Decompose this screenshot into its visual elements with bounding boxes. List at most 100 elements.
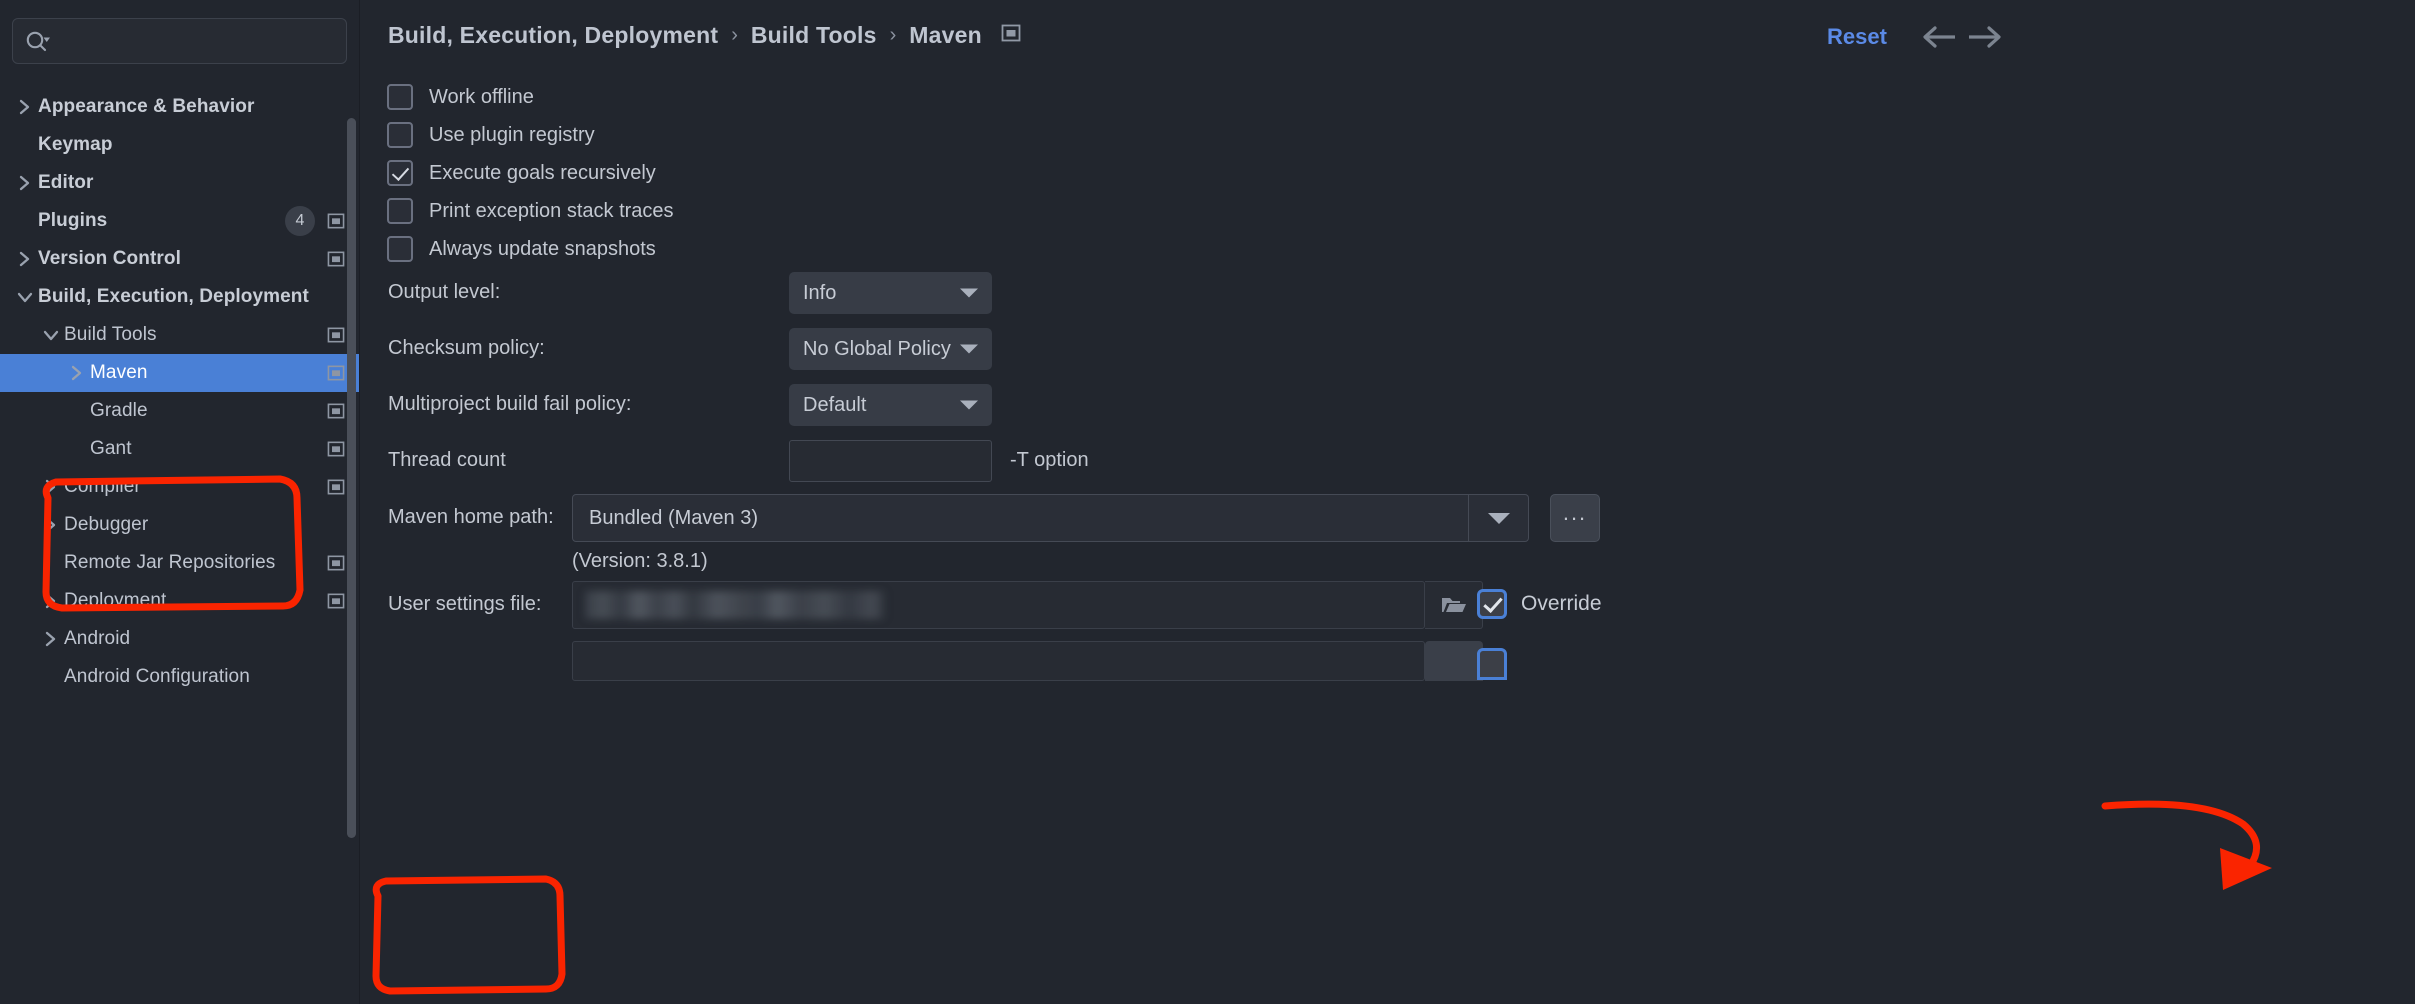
checksum-policy-dropdown[interactable]: No Global Policy	[789, 328, 992, 370]
search-input[interactable]	[57, 31, 334, 51]
sidebar-item-label: Compiler	[64, 476, 141, 497]
sidebar-item-label: Plugins	[38, 210, 108, 231]
always-update-snapshots-checkbox[interactable]	[387, 236, 413, 262]
chevron-right-icon[interactable]	[12, 98, 38, 116]
sidebar-item-appearance-behavior[interactable]: Appearance & Behavior	[0, 88, 359, 126]
execute-goals-recursively-checkbox[interactable]	[387, 160, 413, 186]
sidebar-item-label: Gant	[90, 438, 132, 459]
open-in-window-icon[interactable]	[327, 441, 345, 457]
checkbox-row-use-plugin-registry[interactable]: Use plugin registry	[387, 120, 595, 150]
work-offline-checkbox[interactable]	[387, 84, 413, 110]
maven-home-path-dropdown-button[interactable]	[1469, 494, 1529, 542]
sidebar-item-gradle[interactable]: Gradle	[0, 392, 359, 430]
maven-home-path-label: Maven home path:	[388, 506, 554, 528]
fail-policy-dropdown[interactable]: Default	[789, 384, 992, 426]
folder-icon	[1441, 598, 1466, 612]
open-in-window-icon[interactable]	[327, 403, 345, 419]
chevron-right-icon[interactable]	[38, 478, 64, 496]
sidebar-item-android[interactable]: Android	[0, 620, 359, 658]
sidebar-item-remote-jar-repositories[interactable]: Remote Jar Repositories	[0, 544, 359, 582]
checkbox-row-work-offline[interactable]: Work offline	[387, 82, 534, 112]
override-checkbox-row[interactable]: Override	[1477, 589, 1602, 619]
chevron-right-icon[interactable]	[38, 516, 64, 534]
user-settings-file-browse-button[interactable]	[1425, 581, 1483, 629]
chevron-right-icon[interactable]	[38, 630, 64, 648]
open-in-window-icon[interactable]	[327, 327, 345, 343]
breadcrumb-item-1[interactable]: Build Tools	[751, 22, 877, 49]
open-in-window-icon[interactable]	[327, 251, 345, 267]
user-settings-file-label: User settings file:	[388, 593, 542, 615]
sidebar-item-label: Debugger	[64, 514, 149, 535]
user-settings-file-input[interactable]	[572, 581, 1425, 629]
use-plugin-registry-checkbox[interactable]	[387, 122, 413, 148]
chevron-down-icon	[960, 288, 978, 298]
sidebar-item-compiler[interactable]: Compiler	[0, 468, 359, 506]
sidebar-item-label: Android Configuration	[64, 666, 250, 687]
sidebar-item-label: Build, Execution, Deployment	[38, 286, 309, 307]
breadcrumb-item-0[interactable]: Build, Execution, Deployment	[388, 22, 718, 49]
chevron-right-icon[interactable]	[64, 364, 90, 382]
settings-dialog: Appearance & Behavior Keymap Editor Plugins…	[0, 0, 2415, 1004]
sidebar-item-android-configuration[interactable]: Android Configuration	[0, 658, 359, 696]
chevron-right-icon[interactable]	[38, 592, 64, 610]
sidebar-item-label: Android	[64, 628, 131, 649]
sidebar-item-version-control[interactable]: Version Control	[0, 240, 359, 278]
print-exception-stack-traces-checkbox[interactable]	[387, 198, 413, 224]
open-in-window-icon[interactable]	[327, 593, 345, 609]
sidebar-item-build-execution-deployment[interactable]: Build, Execution, Deployment	[0, 278, 359, 316]
sidebar-scrollbar[interactable]	[347, 118, 356, 838]
forward-arrow-icon[interactable]	[1963, 22, 2007, 57]
open-in-window-icon[interactable]	[327, 365, 345, 381]
override-label: Override	[1521, 592, 1602, 615]
local-repository-browse-button[interactable]	[1425, 641, 1483, 681]
sidebar-item-label: Editor	[38, 172, 94, 193]
open-in-window-icon[interactable]	[327, 555, 345, 571]
output-level-label: Output level:	[388, 281, 501, 303]
output-level-dropdown[interactable]: Info	[789, 272, 992, 314]
local-repository-input[interactable]	[572, 641, 1425, 681]
search-box[interactable]	[12, 18, 347, 64]
open-in-window-icon[interactable]	[327, 213, 345, 229]
open-in-window-icon[interactable]	[327, 479, 345, 495]
sidebar-item-debugger[interactable]: Debugger	[0, 506, 359, 544]
print-exception-stack-traces-label: Print exception stack traces	[429, 199, 674, 222]
sidebar-item-label: Remote Jar Repositories	[64, 552, 276, 573]
breadcrumb-separator: ›	[889, 24, 897, 46]
sidebar-item-keymap[interactable]: Keymap	[0, 126, 359, 164]
sidebar-item-maven[interactable]: Maven	[0, 354, 359, 392]
sidebar-item-build-tools[interactable]: Build Tools	[0, 316, 359, 354]
thread-count-input[interactable]	[789, 440, 992, 482]
open-in-window-icon[interactable]	[1001, 24, 1021, 47]
chevron-down-icon[interactable]	[12, 290, 38, 304]
sidebar-item-gant[interactable]: Gant	[0, 430, 359, 468]
breadcrumb-item-2[interactable]: Maven	[909, 22, 982, 49]
sidebar-item-deployment[interactable]: Deployment	[0, 582, 359, 620]
chevron-right-icon[interactable]	[12, 250, 38, 268]
sidebar-item-editor[interactable]: Editor	[0, 164, 359, 202]
chevron-right-icon[interactable]	[12, 174, 38, 192]
checkbox-row-execute-goals-recursively[interactable]: Execute goals recursively	[387, 158, 656, 188]
sidebar-item-label: Keymap	[38, 134, 113, 155]
maven-home-path-browse-button[interactable]: ...	[1550, 494, 1600, 542]
override-checkbox[interactable]	[1477, 589, 1507, 619]
plugins-update-badge: 4	[285, 206, 315, 236]
maven-home-path-combo[interactable]: Bundled (Maven 3)	[572, 494, 1469, 542]
chevron-down-icon[interactable]	[38, 328, 64, 342]
checkbox-row-always-update-snapshots[interactable]: Always update snapshots	[387, 234, 656, 264]
back-arrow-icon[interactable]	[1917, 22, 1961, 57]
maven-version-note: (Version: 3.8.1)	[572, 550, 708, 572]
use-plugin-registry-label: Use plugin registry	[429, 123, 595, 146]
checkbox-row-print-exception-stack-traces[interactable]: Print exception stack traces	[387, 196, 674, 226]
maven-settings-form: Work offline Use plugin registry Execute…	[360, 74, 2415, 1004]
maven-home-path-value: Bundled (Maven 3)	[589, 506, 758, 529]
execute-goals-recursively-label: Execute goals recursively	[429, 161, 656, 184]
sidebar-item-plugins[interactable]: Plugins 4	[0, 202, 359, 240]
breadcrumb-separator: ›	[731, 24, 738, 46]
fail-policy-value: Default	[803, 393, 867, 416]
breadcrumb: Build, Execution, Deployment › Build Too…	[388, 22, 1021, 49]
settings-sidebar: Appearance & Behavior Keymap Editor Plugins…	[0, 0, 360, 1004]
chevron-down-icon	[960, 400, 978, 410]
local-repository-override-checkbox[interactable]	[1477, 648, 1507, 680]
settings-tree: Appearance & Behavior Keymap Editor Plugins…	[0, 88, 359, 696]
reset-button[interactable]: Reset	[1827, 24, 1887, 50]
